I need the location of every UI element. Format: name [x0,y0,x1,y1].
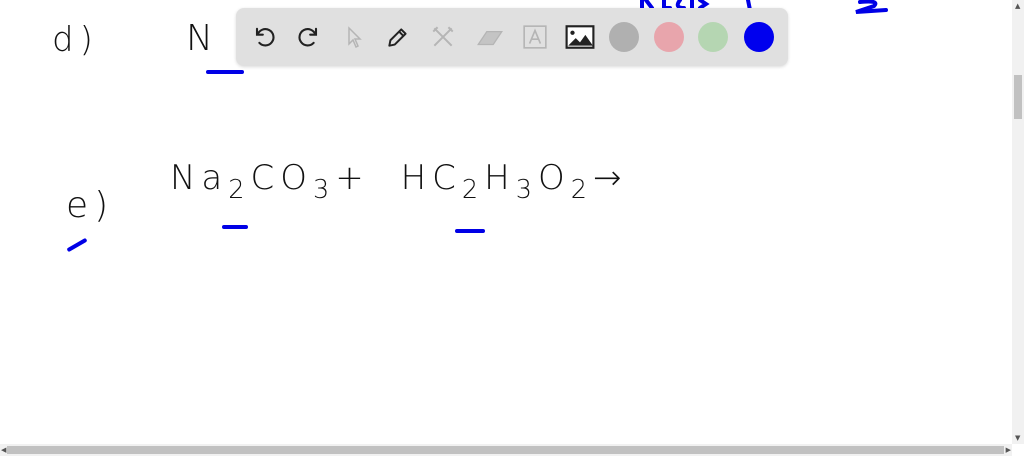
color-swatch-blue-selected[interactable] [744,22,774,52]
text-tool-button[interactable] [520,22,550,52]
equation-e: Na2CO3+ HC2H3O2→ [170,158,628,205]
eraser-icon [477,31,503,46]
image-tool-button[interactable] [565,22,595,52]
tools-button[interactable] [428,22,458,52]
check-mark [66,237,88,253]
formula-d-start: N [186,18,219,59]
undo-icon [255,27,275,47]
scroll-right-arrow-icon[interactable]: ▶ [1006,446,1011,454]
text-icon [523,25,547,49]
color-swatch-pink[interactable] [654,22,684,52]
image-icon [565,25,595,49]
scroll-down-arrow-icon[interactable]: ▼ [1015,434,1020,442]
scroll-left-arrow-icon[interactable]: ◀ [1,446,6,454]
color-swatch-gray[interactable] [609,22,639,52]
vertical-scroll-thumb[interactable] [1014,75,1022,119]
scroll-up-arrow-icon[interactable]: ▲ [1015,2,1020,10]
label-e: e) [66,185,115,226]
horizontal-scroll-thumb[interactable] [7,446,1004,454]
vertical-scrollbar[interactable]: ▲ ▼ [1012,0,1024,444]
drawing-toolbar [236,8,788,66]
select-tool-button[interactable] [339,22,369,52]
underline-mark [455,229,485,233]
eraser-tool-button[interactable] [475,22,505,52]
underline-mark [222,225,248,229]
tools-icon [432,26,454,47]
underline-mark [206,70,244,74]
select-icon [348,26,362,49]
pen-icon [388,28,407,47]
undo-button[interactable] [249,22,279,52]
drawing-canvas[interactable]: d) N e) Na2CO3+ HC2H3O2→ [0,0,1012,444]
label-d: d) [52,20,99,60]
color-swatch-green[interactable] [698,22,728,52]
redo-icon [298,27,318,47]
horizontal-scrollbar[interactable]: ◀ ▶ [0,444,1012,456]
pen-tool-button[interactable] [383,22,413,52]
redo-button[interactable] [294,22,324,52]
